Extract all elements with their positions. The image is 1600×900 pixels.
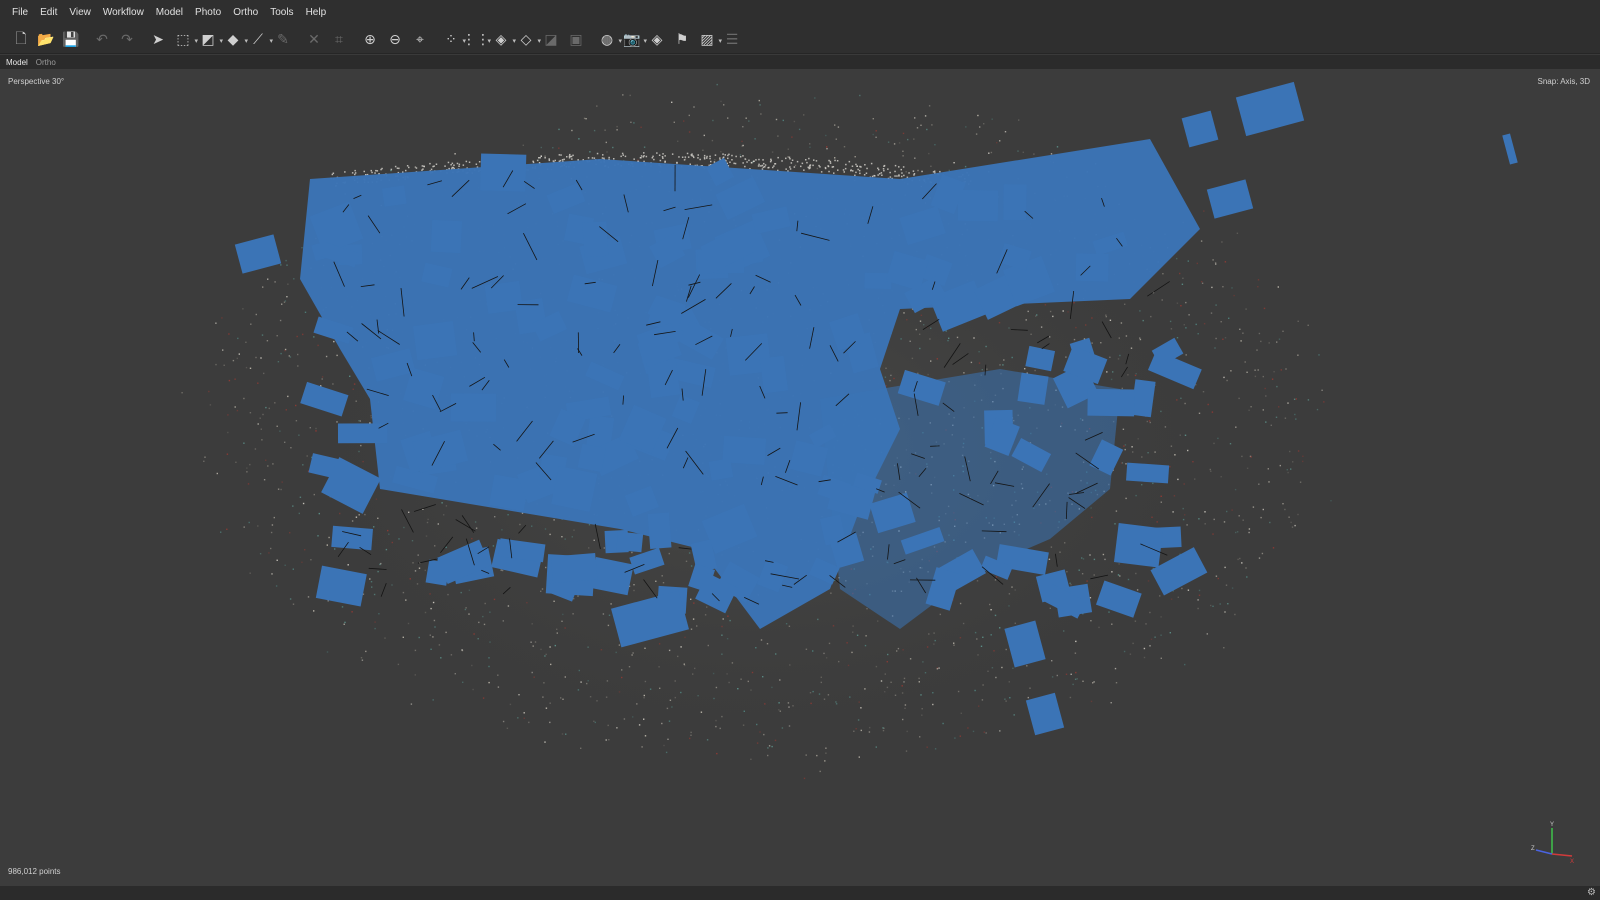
show-cameras-icon[interactable]: ⁘ ▾ [440, 29, 466, 51]
menu-workflow[interactable]: Workflow [97, 0, 150, 26]
zoom-out-icon[interactable]: ⊖ [384, 29, 406, 51]
layers-icon[interactable]: ☰ [721, 29, 743, 51]
rectangle-selection-icon[interactable]: ⬚ ▾ [172, 29, 198, 51]
model-view-icon[interactable]: ◈ ▾ [490, 29, 516, 51]
tab-ortho[interactable]: Ortho [36, 58, 56, 67]
zoom-in-icon[interactable]: ⊕ [359, 29, 381, 51]
toolbar: 🗋 📂 💾 ↶ ↷ ➤ ⬚ ▾ ◩ ▾ ◆ ▾ ⟋ ▾ ✎ ✕ ⌗ ⊕ ⊖ ⌖ ⁘ ▾ ⋮⋮ ▾ ◈ ▾ ◇ ▾ ◪ ▣ ◍ ▾ 📷 ▾ ◈ ⚑ ▨ ▾ ☰ [0, 26, 1600, 54]
shape-icon[interactable]: ◈ [646, 29, 668, 51]
draw-polyline-icon[interactable]: ⟋ ▾ [247, 29, 273, 51]
points-count-label: 986,012 points [8, 867, 61, 876]
menu-ortho[interactable]: Ortho [227, 0, 264, 26]
rotate-object-icon[interactable]: ◆ ▾ [222, 29, 248, 51]
snap-mode-label: Snap: Axis, 3D [1537, 77, 1590, 86]
ruler-icon[interactable]: ✎ [272, 29, 294, 51]
new-icon[interactable]: 🗋 [10, 29, 32, 51]
marker-flag-icon[interactable]: ⚑ [671, 29, 693, 51]
svg-text:Y: Y [1550, 822, 1554, 828]
menu-bar: File Edit View Workflow Model Photo Ortho Tools… [0, 0, 1600, 26]
shaded-view-icon[interactable]: ◇ ▾ [515, 29, 541, 51]
menu-tools[interactable]: Tools [264, 0, 299, 26]
axis-gizmo: Y Z X [1531, 822, 1574, 865]
model-viewport[interactable]: Perspective 30° Snap: Axis, 3D 986,012 p… [0, 69, 1600, 886]
tab-model[interactable]: Model [6, 58, 28, 67]
textured-icon[interactable]: ◪ [540, 29, 562, 51]
camera-icon[interactable]: 📷 ▾ [621, 29, 647, 51]
show-region-icon[interactable]: ◍ ▾ [596, 29, 622, 51]
menu-model[interactable]: Model [150, 0, 189, 26]
image-icon[interactable]: ▨ ▾ [696, 29, 722, 51]
settings-icon[interactable]: ⚙ [1587, 887, 1596, 898]
svg-text:X: X [1570, 859, 1574, 865]
menu-help[interactable]: Help [300, 0, 333, 26]
crop-selection-icon[interactable]: ⌗ [328, 29, 350, 51]
delete-selection-icon[interactable]: ✕ [303, 29, 325, 51]
redo-icon[interactable]: ↷ [116, 29, 138, 51]
navigation-icon[interactable]: ➤ [147, 29, 169, 51]
menu-view[interactable]: View [63, 0, 97, 26]
save-icon[interactable]: 💾 [60, 29, 82, 51]
dem-icon[interactable]: ▣ [565, 29, 587, 51]
menu-edit[interactable]: Edit [34, 0, 63, 26]
status-bar: ⚙ [0, 886, 1600, 900]
view-tabs: Model Ortho [0, 55, 1600, 69]
svg-text:Z: Z [1531, 846, 1535, 852]
point-cloud-scene [181, 81, 1518, 780]
menu-photo[interactable]: Photo [189, 0, 227, 26]
show-points-icon[interactable]: ⋮⋮ ▾ [462, 29, 491, 51]
open-icon[interactable]: 📂 [35, 29, 57, 51]
menu-file[interactable]: File [6, 0, 34, 26]
resize-region-icon[interactable]: ◩ ▾ [197, 29, 223, 51]
view-mode-label: Perspective 30° [8, 77, 65, 86]
undo-icon[interactable]: ↶ [91, 29, 113, 51]
reset-view-icon[interactable]: ⌖ [409, 29, 431, 51]
